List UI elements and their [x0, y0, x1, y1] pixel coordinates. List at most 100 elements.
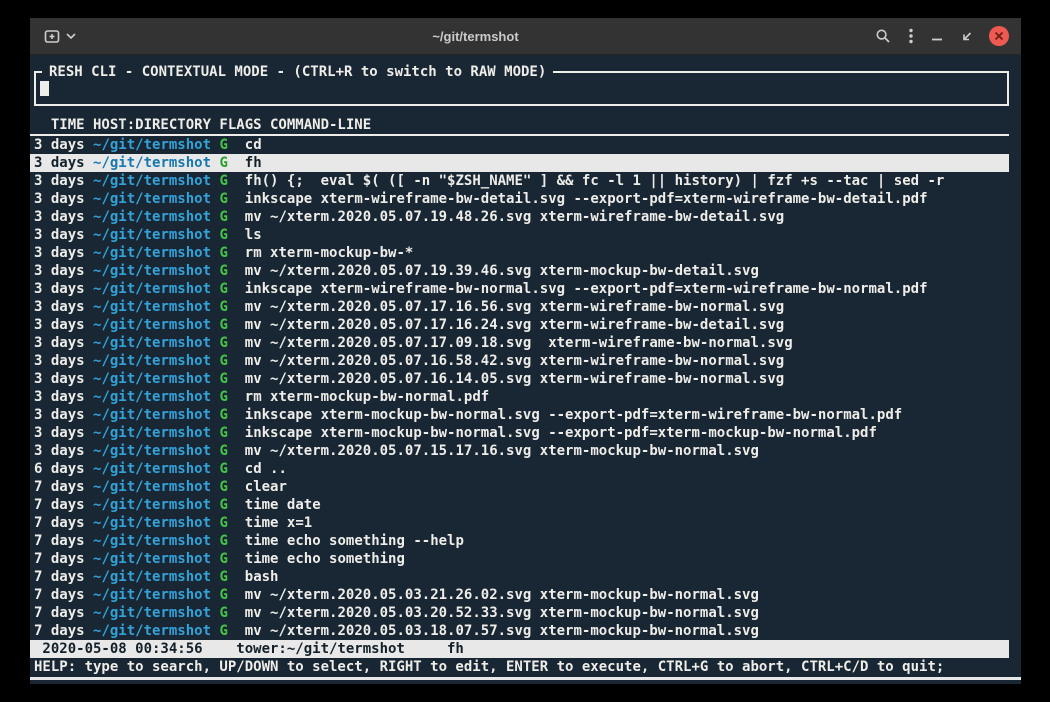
row-flags: G — [219, 533, 227, 549]
row-time: 3 days — [34, 263, 85, 279]
chevron-down-icon — [66, 33, 76, 39]
row-command: cd — [245, 137, 262, 153]
history-row[interactable]: 7 days ~/git/termshot G mv ~/xterm.2020.… — [30, 604, 1009, 622]
row-host: ~/git/termshot — [93, 389, 211, 405]
row-host: ~/git/termshot — [93, 245, 211, 261]
row-time: 3 days — [34, 353, 85, 369]
history-row[interactable]: 7 days ~/git/termshot G time date — [30, 496, 1009, 514]
row-command: inkscape xterm-mockup-bw-normal.svg --ex… — [245, 407, 902, 423]
row-flags: G — [219, 569, 227, 585]
history-row[interactable]: 3 days ~/git/termshot G inkscape xterm-m… — [30, 424, 1009, 442]
row-flags: G — [219, 191, 227, 207]
history-row[interactable]: 3 days ~/git/termshot G mv ~/xterm.2020.… — [30, 316, 1009, 334]
row-host: ~/git/termshot — [93, 407, 211, 423]
row-host: ~/git/termshot — [93, 479, 211, 495]
history-row[interactable]: 7 days ~/git/termshot G time echo someth… — [30, 550, 1009, 568]
history-row[interactable]: 3 days ~/git/termshot G fh() {; eval $( … — [30, 172, 1009, 190]
row-host: ~/git/termshot — [93, 155, 211, 171]
row-host: ~/git/termshot — [93, 605, 211, 621]
help-line: HELP: type to search, UP/DOWN to select,… — [34, 658, 1009, 676]
search-query-input[interactable] — [40, 81, 1003, 99]
row-flags: G — [219, 335, 227, 351]
row-time: 3 days — [34, 209, 85, 225]
restore-button[interactable] — [959, 28, 975, 44]
search-icon — [875, 28, 891, 44]
row-time: 3 days — [34, 371, 85, 387]
row-time: 7 days — [34, 515, 85, 531]
row-flags: G — [219, 371, 227, 387]
history-row[interactable]: 7 days ~/git/termshot G bash — [30, 568, 1009, 586]
history-row[interactable]: 7 days ~/git/termshot G time echo someth… — [30, 532, 1009, 550]
row-time: 7 days — [34, 587, 85, 603]
row-flags: G — [219, 281, 227, 297]
history-row[interactable]: 3 days ~/git/termshot G rm xterm-mockup-… — [30, 388, 1009, 406]
search-button[interactable] — [873, 26, 893, 46]
row-flags: G — [219, 227, 227, 243]
row-host: ~/git/termshot — [93, 209, 211, 225]
new-tab-button[interactable] — [42, 27, 78, 46]
history-row[interactable]: 7 days ~/git/termshot G mv ~/xterm.2020.… — [30, 622, 1009, 640]
row-host: ~/git/termshot — [93, 425, 211, 441]
menu-button[interactable] — [907, 26, 915, 46]
row-time: 7 days — [34, 479, 85, 495]
history-row[interactable]: 3 days ~/git/termshot G inkscape xterm-w… — [30, 280, 1009, 298]
close-button[interactable] — [989, 26, 1009, 46]
row-host: ~/git/termshot — [93, 461, 211, 477]
history-row[interactable]: 3 days ~/git/termshot G inkscape xterm-w… — [30, 190, 1009, 208]
bottom-rule — [30, 677, 1021, 680]
row-host: ~/git/termshot — [93, 335, 211, 351]
row-command: ls — [245, 227, 262, 243]
row-command: time echo something --help — [245, 533, 464, 549]
history-row[interactable]: 3 days ~/git/termshot G fh — [30, 154, 1009, 172]
minimize-button[interactable] — [929, 28, 945, 44]
history-row[interactable]: 3 days ~/git/termshot G mv ~/xterm.2020.… — [30, 298, 1009, 316]
row-time: 3 days — [34, 443, 85, 459]
history-row[interactable]: 3 days ~/git/termshot G cd — [30, 136, 1009, 154]
history-row[interactable]: 6 days ~/git/termshot G cd .. — [30, 460, 1009, 478]
row-flags: G — [219, 479, 227, 495]
row-command: mv ~/xterm.2020.05.03.20.52.33.svg xterm… — [245, 605, 759, 621]
row-command: inkscape xterm-mockup-bw-normal.svg --ex… — [245, 425, 877, 441]
kebab-menu-icon — [909, 28, 913, 44]
text-cursor — [40, 81, 49, 96]
minimize-icon — [931, 30, 943, 42]
restore-icon — [961, 30, 973, 42]
row-command: mv ~/xterm.2020.05.07.19.39.46.svg xterm… — [245, 263, 759, 279]
row-command: fh — [245, 155, 262, 171]
row-flags: G — [219, 299, 227, 315]
history-row[interactable]: 3 days ~/git/termshot G mv ~/xterm.2020.… — [30, 442, 1009, 460]
row-host: ~/git/termshot — [93, 137, 211, 153]
row-host: ~/git/termshot — [93, 623, 211, 639]
row-host: ~/git/termshot — [93, 281, 211, 297]
row-command: mv ~/xterm.2020.05.07.16.58.42.svg xterm… — [245, 353, 784, 369]
row-command: mv ~/xterm.2020.05.07.17.16.24.svg xterm… — [245, 317, 784, 333]
history-header: TIME HOST:DIRECTORY FLAGS COMMAND-LINE — [30, 116, 1009, 136]
new-tab-icon — [44, 29, 61, 44]
row-host: ~/git/termshot — [93, 515, 211, 531]
history-row[interactable]: 3 days ~/git/termshot G mv ~/xterm.2020.… — [30, 370, 1009, 388]
titlebar: ~/git/termshot — [30, 18, 1021, 55]
history-row[interactable]: 7 days ~/git/termshot G time x=1 — [30, 514, 1009, 532]
row-flags: G — [219, 605, 227, 621]
history-row[interactable]: 7 days ~/git/termshot G mv ~/xterm.2020.… — [30, 586, 1009, 604]
row-command: inkscape xterm-wireframe-bw-detail.svg -… — [245, 191, 928, 207]
history-row[interactable]: 7 days ~/git/termshot G clear — [30, 478, 1009, 496]
row-time: 7 days — [34, 551, 85, 567]
titlebar-left — [42, 27, 78, 46]
row-host: ~/git/termshot — [93, 263, 211, 279]
history-row[interactable]: 3 days ~/git/termshot G mv ~/xterm.2020.… — [30, 334, 1009, 352]
history-row[interactable]: 3 days ~/git/termshot G mv ~/xterm.2020.… — [30, 208, 1009, 226]
row-time: 3 days — [34, 155, 85, 171]
row-command: rm xterm-mockup-bw-* — [245, 245, 414, 261]
history-row[interactable]: 3 days ~/git/termshot G rm xterm-mockup-… — [30, 244, 1009, 262]
history-row[interactable]: 3 days ~/git/termshot G mv ~/xterm.2020.… — [30, 262, 1009, 280]
resh-search-label: RESH CLI - CONTEXTUAL MODE - (CTRL+R to … — [42, 63, 553, 81]
history-row[interactable]: 3 days ~/git/termshot G mv ~/xterm.2020.… — [30, 352, 1009, 370]
row-time: 3 days — [34, 317, 85, 333]
history-row[interactable]: 3 days ~/git/termshot G inkscape xterm-m… — [30, 406, 1009, 424]
row-command: mv ~/xterm.2020.05.07.17.09.18.svg xterm… — [245, 335, 793, 351]
history-row[interactable]: 3 days ~/git/termshot G ls — [30, 226, 1009, 244]
row-command: time x=1 — [245, 515, 312, 531]
row-time: 7 days — [34, 605, 85, 621]
row-flags: G — [219, 389, 227, 405]
